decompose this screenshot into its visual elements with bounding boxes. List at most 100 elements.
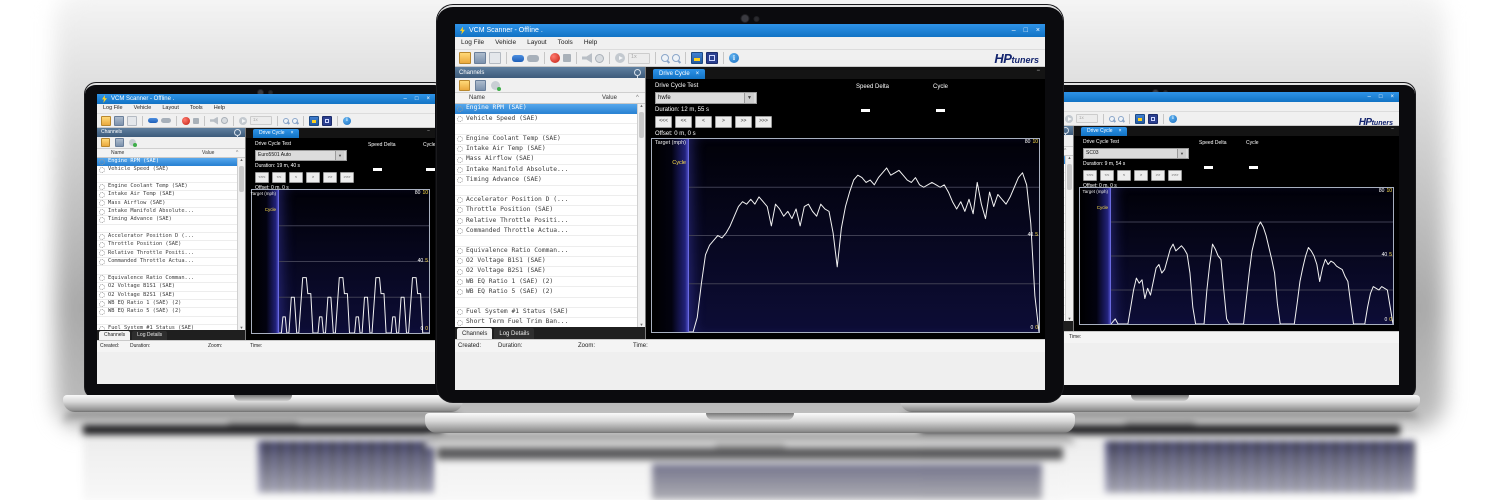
channels-scrollbar[interactable]: ▲▼: [1065, 156, 1073, 321]
menu-item[interactable]: Vehicle: [495, 40, 516, 47]
close-button[interactable]: ×: [1036, 27, 1040, 34]
toolbar-separator[interactable]: [1103, 114, 1104, 124]
channel-row[interactable]: [97, 317, 237, 325]
zoom-in-icon[interactable]: [1109, 116, 1115, 122]
cycle-nav-button[interactable]: >: [715, 116, 732, 128]
tab-channels[interactable]: Channels: [457, 328, 492, 339]
panel-minimize-icon[interactable]: −: [427, 129, 430, 134]
Accelerator Position D (...[interactable]: Accelerator Position D (...: [97, 233, 237, 241]
tab-drive-cycle[interactable]: Drive Cycle×: [653, 69, 705, 79]
cycle-nav-button[interactable]: >>>: [755, 116, 772, 128]
tab-close-icon[interactable]: ×: [291, 131, 294, 136]
Timing Advance (SAE)[interactable]: Timing Advance (SAE): [97, 216, 237, 224]
WB EQ Ratio 5 (SAE) (2)[interactable]: WB EQ Ratio 5 (SAE) (2): [97, 308, 237, 316]
tab-drive-cycle[interactable]: Drive Cycle×: [253, 129, 299, 138]
toolbar-separator[interactable]: [303, 116, 304, 126]
Equivalence Ratio Comman...[interactable]: Equivalence Ratio Comman...: [455, 247, 637, 257]
channels-scrollbar[interactable]: ▲▼: [637, 104, 645, 327]
Short Term Fuel Trim Ban...[interactable]: Short Term Fuel Trim Ban...: [455, 318, 637, 327]
horn-test-icon[interactable]: [582, 53, 592, 63]
Vehicle Speed (SAE)[interactable]: Vehicle Speed (SAE): [455, 114, 637, 124]
channel-row[interactable]: [97, 225, 237, 233]
close-button[interactable]: ×: [426, 96, 430, 102]
menu-item[interactable]: Tools: [558, 40, 573, 47]
channel-config-open-icon[interactable]: [101, 138, 110, 147]
cycle-nav-button[interactable]: <: [1117, 170, 1131, 181]
cycle-nav-button[interactable]: <<: [675, 116, 692, 128]
toolbar-separator[interactable]: [609, 52, 610, 64]
play-icon[interactable]: [615, 53, 625, 63]
cycle-nav-button[interactable]: >>: [735, 116, 752, 128]
channel-row[interactable]: [455, 124, 637, 134]
channel-row[interactable]: [455, 186, 637, 196]
toolbar-separator[interactable]: [176, 116, 177, 126]
menu-item[interactable]: Log File: [103, 106, 123, 112]
drive-cycle-chart[interactable]: 8010 405 00: [279, 190, 429, 333]
zoom-out-icon[interactable]: [292, 118, 298, 124]
close-button[interactable]: ×: [1390, 94, 1394, 100]
menu-item[interactable]: Layout: [527, 40, 547, 47]
O2 Voltage B1S1 (SAE)[interactable]: O2 Voltage B1S1 (SAE): [97, 283, 237, 291]
cycle-nav-button[interactable]: <<<: [1083, 170, 1097, 181]
display-options-icon[interactable]: [1135, 114, 1145, 124]
zoom-in-icon[interactable]: [661, 54, 669, 62]
vehicle-connect-icon[interactable]: [512, 55, 524, 62]
cycle-nav-button[interactable]: >>: [1151, 170, 1165, 181]
Relative Throttle Positi...[interactable]: Relative Throttle Positi...: [97, 250, 237, 258]
pin-icon[interactable]: [234, 129, 241, 136]
layout-save-icon[interactable]: [322, 116, 332, 126]
Fuel System #1 Status (SAE)[interactable]: Fuel System #1 Status (SAE): [97, 325, 237, 330]
drive-cycle-test-select[interactable]: SC03▼: [1083, 148, 1189, 159]
channel-row[interactable]: [97, 266, 237, 274]
stop-icon[interactable]: [563, 54, 571, 62]
maximize-button[interactable]: □: [415, 96, 419, 102]
channel-add-icon[interactable]: [129, 139, 136, 146]
toolbar-separator[interactable]: [277, 116, 278, 126]
drive-cycle-test-select[interactable]: hwfe▼: [655, 92, 757, 104]
drive-cycle-test-select[interactable]: Euro5501 Auto▼: [255, 150, 347, 161]
Commanded Throttle Actua...[interactable]: Commanded Throttle Actua...: [455, 226, 637, 236]
panel-minimize-icon[interactable]: −: [1391, 127, 1394, 132]
menu-item[interactable]: Log File: [461, 40, 484, 47]
info-icon[interactable]: [1169, 115, 1177, 123]
WB EQ Ratio 1 (SAE) (2)[interactable]: WB EQ Ratio 1 (SAE) (2): [455, 277, 637, 287]
channel-row[interactable]: [455, 236, 637, 246]
zoom-out-icon[interactable]: [1118, 116, 1124, 122]
toolbar-separator[interactable]: [576, 52, 577, 64]
Throttle Position (SAE)[interactable]: Throttle Position (SAE): [455, 206, 637, 216]
cycle-nav-button[interactable]: >>: [323, 172, 337, 183]
menu-item[interactable]: Tools: [190, 106, 203, 112]
pin-icon[interactable]: [1062, 127, 1069, 134]
layout-save-icon[interactable]: [706, 52, 718, 64]
cycle-nav-button[interactable]: <<: [1100, 170, 1114, 181]
drive-cycle-chart[interactable]: 8010 405 00: [689, 139, 1039, 332]
play-icon[interactable]: [1065, 115, 1073, 123]
playback-speed-select[interactable]: 1x: [250, 116, 272, 125]
info-icon[interactable]: [729, 53, 739, 63]
record-icon[interactable]: [550, 53, 560, 63]
tab-log-details[interactable]: Log Details: [494, 328, 534, 339]
vehicle-connect-icon[interactable]: [148, 118, 158, 123]
playback-speed-select[interactable]: 1x: [1076, 114, 1098, 123]
cycle-nav-button[interactable]: >: [306, 172, 320, 183]
zoom-out-icon[interactable]: [672, 54, 680, 62]
O2 Voltage B2S1 (SAE)[interactable]: O2 Voltage B2S1 (SAE): [97, 292, 237, 300]
toolbar-separator[interactable]: [723, 52, 724, 64]
horn-test-icon[interactable]: [210, 117, 218, 125]
cycle-nav-button[interactable]: >>>: [340, 172, 354, 183]
channel-config-open-icon[interactable]: [459, 80, 470, 91]
cycle-nav-button[interactable]: <<<: [255, 172, 269, 183]
tab-close-icon[interactable]: ×: [696, 71, 700, 77]
play-icon[interactable]: [239, 117, 247, 125]
open-log-icon[interactable]: [101, 116, 111, 126]
Engine RPM (SAE)[interactable]: Engine RPM (SAE): [97, 158, 237, 166]
Intake Air Temp (SAE)[interactable]: Intake Air Temp (SAE): [455, 145, 637, 155]
open-log-icon[interactable]: [459, 52, 471, 64]
layout-save-icon[interactable]: [1148, 114, 1158, 124]
cycle-nav-button[interactable]: <<<: [655, 116, 672, 128]
Equivalence Ratio Comman...[interactable]: Equivalence Ratio Comman...: [97, 275, 237, 283]
zoom-in-icon[interactable]: [283, 118, 289, 124]
stop-icon[interactable]: [193, 118, 199, 124]
toolbar-separator[interactable]: [142, 116, 143, 126]
save-log-icon[interactable]: [474, 52, 486, 64]
